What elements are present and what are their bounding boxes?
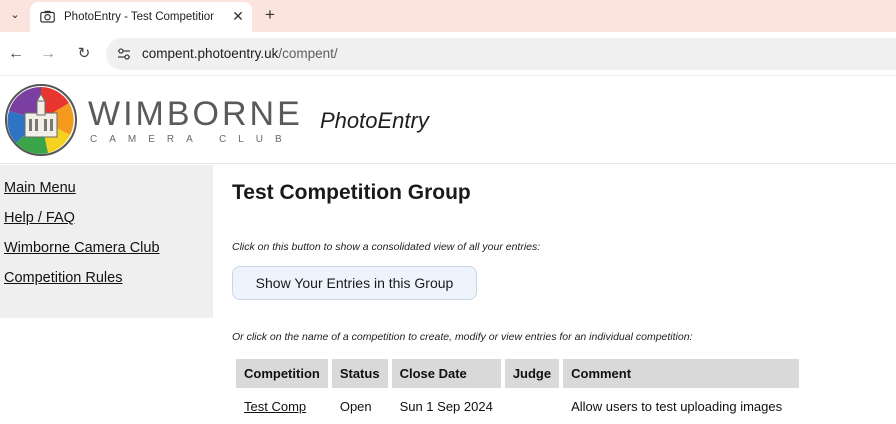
camera-icon xyxy=(40,10,55,23)
sidebar-link-help-faq[interactable]: Help / FAQ xyxy=(4,209,213,239)
browser-tabstrip: ⌄ PhotoEntry - Test Competition ( ✕ + xyxy=(0,0,896,32)
cell-comment: Allow users to test uploading images xyxy=(571,398,783,414)
individual-competition-hint: Or click on the name of a competition to… xyxy=(232,331,693,343)
page-title: Test Competition Group xyxy=(232,181,471,204)
back-arrow-icon[interactable]: ← xyxy=(6,44,26,64)
reload-icon[interactable]: ↻ xyxy=(74,44,94,64)
sidebar-nav: Main Menu Help / FAQ Wimborne Camera Clu… xyxy=(0,165,213,318)
column-header-status: Status xyxy=(331,359,388,388)
url-path: /compent/ xyxy=(278,46,338,61)
new-tab-plus-icon[interactable]: + xyxy=(260,6,280,24)
column-header-close-date: Close Date xyxy=(391,359,501,388)
sidebar-link-main-menu[interactable]: Main Menu xyxy=(4,179,213,209)
address-bar[interactable]: compent.photoentry.uk/compent/ xyxy=(106,38,896,70)
cell-judge xyxy=(505,388,559,424)
cell-status: Open xyxy=(339,398,372,414)
site-header: WIMBORNE CAMERA CLUB PhotoEntry xyxy=(0,76,896,164)
column-header-judge: Judge xyxy=(504,359,560,388)
brand-title: WIMBORNE xyxy=(88,95,303,133)
forward-arrow-icon[interactable]: → xyxy=(38,44,58,64)
column-header-comment: Comment xyxy=(563,359,800,388)
tab-title: PhotoEntry - Test Competition ( xyxy=(64,11,214,23)
sidebar-link-competition-rules[interactable]: Competition Rules xyxy=(4,269,213,299)
competitions-table: Competition Status Close Date Judge Comm… xyxy=(232,359,803,424)
url-host: compent.photoentry.uk xyxy=(142,46,279,61)
sidebar-link-wimborne-camera-club[interactable]: Wimborne Camera Club xyxy=(4,239,213,269)
tab-search-chevron-icon[interactable]: ⌄ xyxy=(6,6,24,24)
site-settings-icon[interactable] xyxy=(116,46,132,62)
cell-competition: Test Comp xyxy=(236,388,328,424)
table-header-row: Competition Status Close Date Judge Comm… xyxy=(236,359,800,388)
browser-tab-active[interactable]: PhotoEntry - Test Competition ( ✕ xyxy=(30,2,252,32)
app-name: PhotoEntry xyxy=(320,108,429,133)
url-text[interactable]: compent.photoentry.uk/compent/ xyxy=(142,46,338,62)
brand-subtitle: CAMERA CLUB xyxy=(90,134,294,145)
consolidated-view-hint: Click on this button to show a consolida… xyxy=(232,241,541,253)
cell-close-date: Sun 1 Sep 2024 xyxy=(399,398,493,414)
show-your-entries-button[interactable]: Show Your Entries in this Group xyxy=(232,266,477,300)
table-row: Test Comp Open Sun 1 Sep 2024 Allow user… xyxy=(236,388,799,424)
competition-link-test-comp[interactable]: Test Comp xyxy=(244,399,306,414)
tab-close-icon[interactable]: ✕ xyxy=(230,8,246,24)
wimborne-camera-club-logo[interactable] xyxy=(4,83,78,157)
column-header-competition: Competition xyxy=(236,359,328,388)
browser-toolbar: ← → ↻ compent.photoentry.uk/compent/ xyxy=(0,32,896,76)
